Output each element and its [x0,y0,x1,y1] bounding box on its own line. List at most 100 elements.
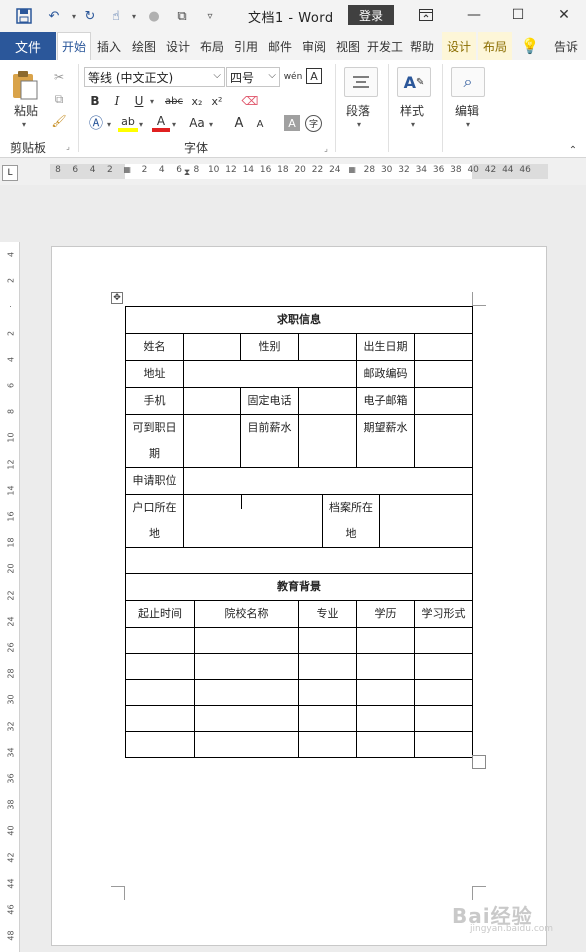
tab-help[interactable]: 帮助 [406,32,438,60]
bold-button[interactable]: B [86,92,104,110]
tab-developer[interactable]: 开发工 [366,32,404,60]
blank-row-cell[interactable] [125,547,473,574]
touch-dropdown-icon[interactable]: ▾ [124,6,144,26]
birth-label-cell[interactable]: 出生日期 [356,333,415,361]
tab-review[interactable]: 审阅 [298,32,330,60]
editing-button[interactable]: 编辑 [455,102,479,119]
clear-formatting-icon[interactable]: ⌫ [240,92,260,110]
ribbon-display-icon[interactable] [414,4,438,26]
gender-value-cell[interactable] [298,333,357,361]
edu-cell[interactable] [194,731,299,758]
clipboard-launcher-icon[interactable]: ⌟ [62,140,74,152]
superscript-button[interactable]: x² [208,92,226,110]
dangan-value-cell[interactable] [379,494,473,548]
position-value-cell[interactable] [183,467,473,495]
edu-cell[interactable] [125,653,195,680]
edu-header-major[interactable]: 专业 [298,600,357,628]
edu-cell[interactable] [125,679,195,706]
tab-mailings[interactable]: 邮件 [264,32,296,60]
hukou-label-cell[interactable]: 户口所在 地 [125,494,184,548]
name-value-cell[interactable] [183,333,241,361]
edu-cell[interactable] [194,705,299,732]
edu-cell[interactable] [356,731,415,758]
mobile-value-cell[interactable] [183,387,241,415]
tab-selector-button[interactable]: L [2,165,18,181]
edu-cell[interactable] [414,705,473,732]
lightbulb-icon[interactable]: 💡 [518,32,542,60]
grow-font-button[interactable]: A [232,114,246,132]
edu-cell[interactable] [414,653,473,680]
indent-marker-icon[interactable]: ⧗ [181,161,193,185]
editing-dropdown-icon[interactable]: ▾ [466,120,470,129]
edu-cell[interactable] [356,627,415,654]
address-value-cell[interactable] [183,360,357,388]
address-label-cell[interactable]: 地址 [125,360,184,388]
copy-icon[interactable]: ⧉ [50,90,68,108]
character-shading-icon[interactable]: A [284,115,300,131]
maximize-icon[interactable]: ☐ [506,4,530,26]
tab-references[interactable]: 引用 [230,32,262,60]
tell-me-input[interactable]: 告诉 [546,32,586,60]
copy-format-icon[interactable]: ⧉ [172,6,192,26]
touch-mode-icon[interactable]: ☝ [106,6,126,26]
font-color-dropdown-icon[interactable]: ▾ [172,120,176,129]
edu-cell[interactable] [194,653,299,680]
edu-header-period[interactable]: 起止时间 [125,600,195,628]
exp-salary-label-cell[interactable]: 期望薪水 [356,414,415,468]
text-effects-icon[interactable]: Ⓐ [86,114,106,132]
avail-label-cell[interactable]: 可到职日 期 [125,414,184,468]
edu-header-degree[interactable]: 学历 [356,600,415,628]
text-effects-dropdown-icon[interactable]: ▾ [107,120,111,129]
paste-button[interactable]: 粘贴 [8,102,44,118]
edu-header-school[interactable]: 院校名称 [194,600,299,628]
cut-icon[interactable]: ✂ [50,68,68,86]
underline-button[interactable]: U [130,92,148,110]
cur-salary-label-cell[interactable]: 目前薪水 [240,414,299,468]
paste-dropdown-icon[interactable]: ▾ [22,120,26,129]
phonetic-guide-icon[interactable]: wén [283,67,303,87]
underline-dropdown-icon[interactable]: ▾ [150,97,154,106]
edu-cell[interactable] [194,627,299,654]
phone-value-cell[interactable] [298,387,357,415]
redo-icon[interactable]: ↻ [80,6,100,26]
edu-cell[interactable] [414,627,473,654]
edu-cell[interactable] [414,679,473,706]
email-label-cell[interactable]: 电子邮箱 [356,387,415,415]
position-label-cell[interactable]: 申请职位 [125,467,184,495]
font-size-select[interactable]: 四号 ⌵ [226,67,280,87]
change-case-button[interactable]: Aa [186,114,208,132]
avail-value-cell[interactable] [183,414,241,468]
exp-salary-value-cell[interactable] [414,414,473,468]
shrink-font-button[interactable]: A [254,116,266,132]
tab-insert[interactable]: 插入 [92,32,126,60]
enclose-characters-icon[interactable]: 字 [305,115,322,132]
table-move-handle-icon[interactable]: ✥ [111,292,123,304]
paragraph-button[interactable]: 段落 [346,102,370,119]
edu-cell[interactable] [356,653,415,680]
tab-view[interactable]: 视图 [332,32,364,60]
vertical-ruler[interactable]: 4 2 · 2 4 6 8 10 12 14 16 18 20 22 24 26 28 30 32 34 36 38 40 4… [0,242,20,952]
edu-cell[interactable] [298,653,357,680]
table-title-cell[interactable]: 求职信息 [125,306,473,334]
collapse-ribbon-icon[interactable]: ⌃ [566,144,580,156]
paragraph-icon[interactable] [344,67,378,97]
tab-file[interactable]: 文件 [0,32,56,60]
highlight-icon[interactable]: ab [118,114,138,132]
login-button[interactable]: 登录 [348,5,394,25]
edu-cell[interactable] [298,627,357,654]
strikethrough-button[interactable]: abc [162,92,186,110]
circle-icon[interactable]: ● [144,6,164,26]
character-border-icon[interactable]: A [306,68,322,84]
change-case-dropdown-icon[interactable]: ▾ [209,120,213,129]
hukou-value-cell[interactable] [183,494,323,548]
tab-layout[interactable]: 布局 [196,32,228,60]
table-resize-handle[interactable] [472,755,486,769]
styles-button[interactable]: 样式 [400,102,424,119]
zip-label-cell[interactable]: 邮政编码 [356,360,415,388]
dangan-label-cell[interactable]: 档案所在 地 [322,494,380,548]
mobile-label-cell[interactable]: 手机 [125,387,184,415]
styles-dropdown-icon[interactable]: ▾ [411,120,415,129]
highlight-dropdown-icon[interactable]: ▾ [139,120,143,129]
format-painter-icon[interactable]: 🖌 [50,112,68,130]
tab-table-design[interactable]: 设计 [442,32,476,60]
